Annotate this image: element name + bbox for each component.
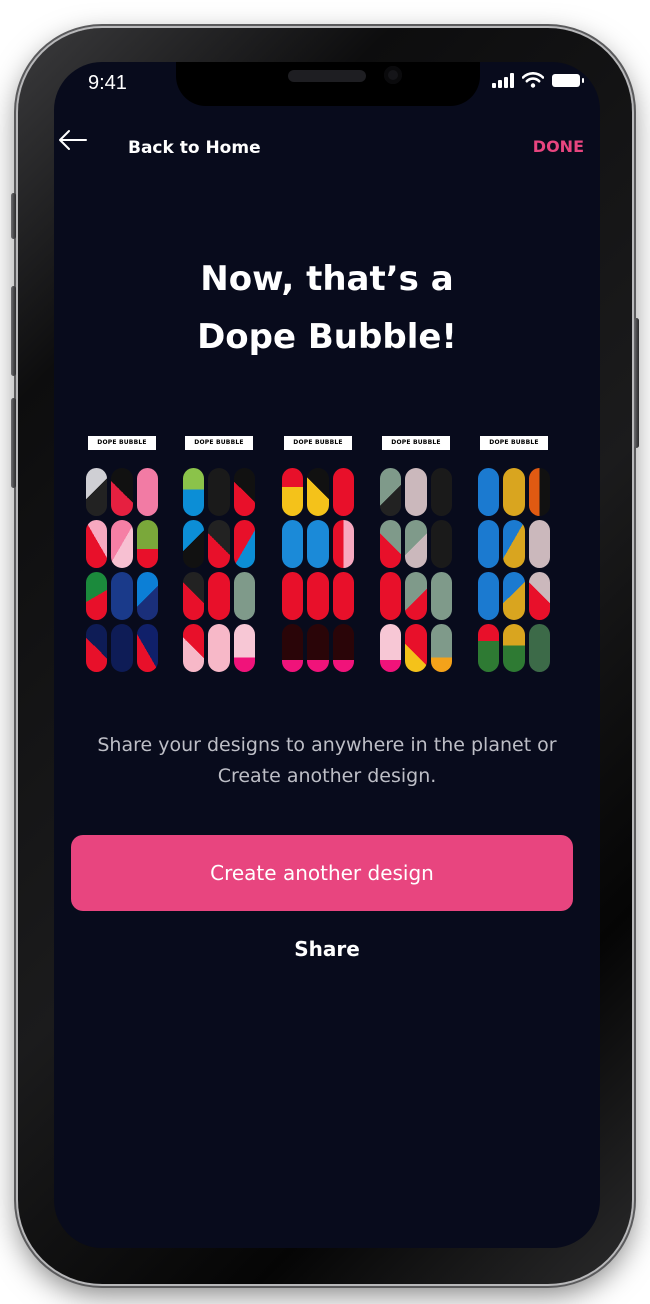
design-previews: DOPE BUBBLE DOPE BUBBLE DOPE BUBBLE DOPE… <box>86 432 566 672</box>
nail <box>233 468 255 516</box>
nail <box>282 520 304 568</box>
nail <box>282 624 304 672</box>
nail <box>208 520 230 568</box>
nail <box>405 468 427 516</box>
cellular-signal-icon <box>492 72 514 88</box>
nail <box>332 520 354 568</box>
nail <box>528 624 550 672</box>
design-card-label: DOPE BUBBLE <box>284 436 352 450</box>
nail <box>405 624 427 672</box>
nail <box>183 624 205 672</box>
nail-grid <box>86 468 158 672</box>
nail <box>430 572 452 620</box>
nail <box>380 468 402 516</box>
design-card[interactable]: DOPE BUBBLE <box>86 432 158 672</box>
volume-down-button <box>11 398 16 488</box>
nail <box>380 572 402 620</box>
nail <box>282 468 304 516</box>
nail <box>86 520 108 568</box>
nail <box>430 520 452 568</box>
nail <box>233 624 255 672</box>
nail <box>233 520 255 568</box>
create-another-design-button[interactable]: Create another design <box>71 835 573 911</box>
nail <box>136 468 158 516</box>
nail <box>307 520 329 568</box>
design-card-label: DOPE BUBBLE <box>88 436 156 450</box>
status-icons <box>492 72 584 88</box>
nail <box>208 468 230 516</box>
nail <box>405 520 427 568</box>
done-button[interactable]: DONE <box>533 137 584 156</box>
nail <box>478 572 500 620</box>
battery-icon <box>552 73 584 87</box>
nail <box>307 624 329 672</box>
nail-grid <box>380 468 452 672</box>
nail <box>478 520 500 568</box>
nail <box>332 468 354 516</box>
back-to-home-link[interactable]: Back to Home <box>128 138 261 158</box>
nail <box>380 520 402 568</box>
design-card[interactable]: DOPE BUBBLE <box>478 432 550 672</box>
nail <box>307 468 329 516</box>
silent-switch <box>11 193 16 239</box>
nail <box>282 572 304 620</box>
description-text: Share your designs to anywhere in the pl… <box>97 734 557 787</box>
nail <box>430 624 452 672</box>
volume-up-button <box>11 286 16 376</box>
speaker <box>288 70 366 82</box>
nail <box>380 624 402 672</box>
nail <box>233 572 255 620</box>
design-card-label: DOPE BUBBLE <box>185 436 253 450</box>
nail-grid <box>183 468 255 672</box>
front-camera <box>384 66 402 84</box>
nail-grid <box>478 468 550 672</box>
nail <box>86 624 108 672</box>
nail <box>478 624 500 672</box>
nail <box>503 624 525 672</box>
headline: Now, that’s a Dope Bubble! <box>54 250 600 366</box>
nail <box>307 572 329 620</box>
nail <box>208 624 230 672</box>
nail <box>478 468 500 516</box>
power-button <box>634 318 639 448</box>
nail <box>503 468 525 516</box>
design-card[interactable]: DOPE BUBBLE <box>380 432 452 672</box>
nail <box>528 520 550 568</box>
nail <box>208 572 230 620</box>
nail <box>430 468 452 516</box>
nail <box>111 624 133 672</box>
notch <box>176 62 480 106</box>
nail <box>111 572 133 620</box>
design-card[interactable]: DOPE BUBBLE <box>282 432 354 672</box>
nail <box>503 520 525 568</box>
nail <box>183 572 205 620</box>
share-button[interactable]: Share <box>54 937 600 961</box>
nail <box>528 572 550 620</box>
design-card[interactable]: DOPE BUBBLE <box>183 432 255 672</box>
nail-grid <box>282 468 354 672</box>
nail <box>111 468 133 516</box>
nail <box>86 468 108 516</box>
headline-line-2: Dope Bubble! <box>197 317 457 357</box>
app-screen: 9:41 Back to Home DONE Now, that’s a Dop… <box>54 62 600 1248</box>
status-time: 9:41 <box>88 72 127 94</box>
headline-line-1: Now, that’s a <box>200 259 454 299</box>
wifi-icon <box>522 72 544 88</box>
nail <box>111 520 133 568</box>
nail <box>86 572 108 620</box>
nail <box>332 624 354 672</box>
design-card-label: DOPE BUBBLE <box>382 436 450 450</box>
nail <box>503 572 525 620</box>
nail <box>136 624 158 672</box>
nail <box>332 572 354 620</box>
nail <box>183 520 205 568</box>
nail <box>136 520 158 568</box>
nail <box>136 572 158 620</box>
design-card-label: DOPE BUBBLE <box>480 436 548 450</box>
nail <box>183 468 205 516</box>
back-button[interactable] <box>58 128 88 156</box>
arrow-left-icon <box>59 130 87 150</box>
nail <box>405 572 427 620</box>
nail <box>528 468 550 516</box>
